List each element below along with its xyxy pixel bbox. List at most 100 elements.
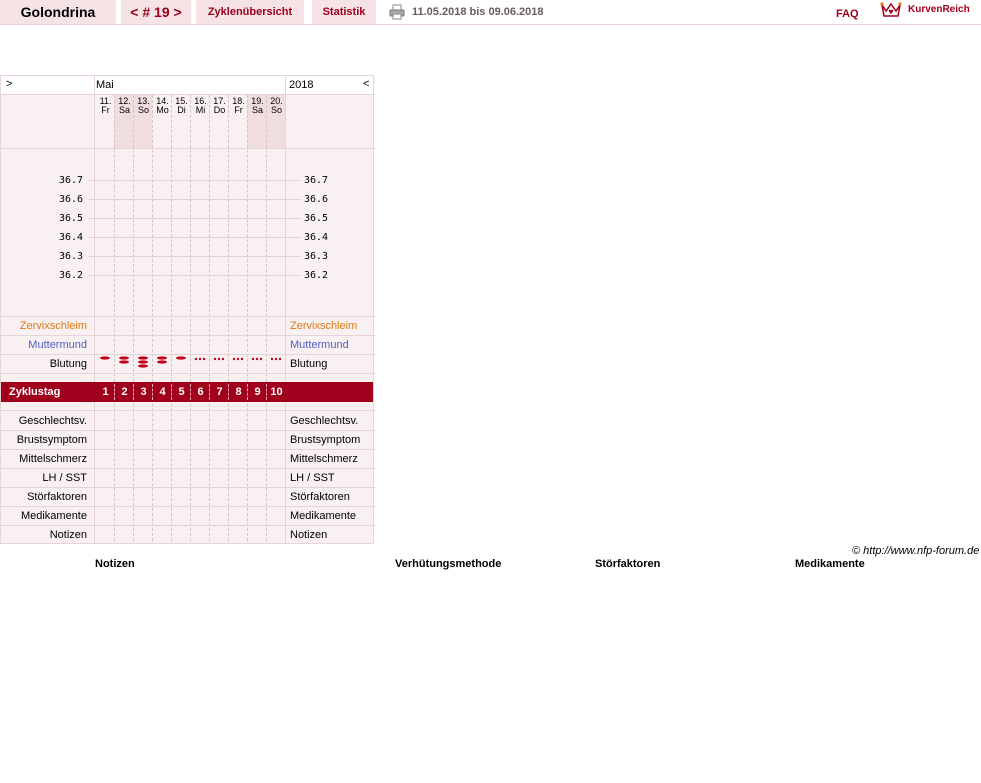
cycle-day-number[interactable]: 3 xyxy=(134,382,153,402)
day-column-line xyxy=(133,95,134,541)
printer-icon[interactable] xyxy=(389,4,405,20)
cycle-day-number[interactable]: 8 xyxy=(229,382,248,402)
row-label-midpain: Mittelschmerz xyxy=(19,453,87,465)
tab-statistics[interactable]: Statistik xyxy=(312,0,376,24)
notes-heading: Notizen xyxy=(95,558,135,570)
copyright[interactable]: © http://www.nfp-forum.de xyxy=(852,545,979,557)
cycle-navigation[interactable]: < # 19 > xyxy=(121,0,191,24)
row-label-lh: LH / SST xyxy=(42,472,87,484)
weekday: Fr xyxy=(101,105,110,115)
cycle-day-separator xyxy=(228,384,229,400)
bleeding-heavy[interactable] xyxy=(153,355,172,371)
row-label-cervix: Zervixschleim xyxy=(19,320,87,332)
divider xyxy=(1,373,375,374)
divider xyxy=(1,148,375,149)
weekday: Mi xyxy=(195,105,206,115)
bleeding-spotting[interactable] xyxy=(191,355,210,371)
cycle-day-separator xyxy=(152,384,153,400)
cycle-day-number[interactable]: 4 xyxy=(153,382,172,402)
cycle-day-separator xyxy=(171,384,172,400)
cycle-day-number[interactable]: 9 xyxy=(248,382,267,402)
tab-cycle-overview[interactable]: Zyklenübersicht xyxy=(196,0,304,24)
day-column-line xyxy=(152,95,153,541)
day-header: 20. So xyxy=(267,97,286,115)
cycle-day-number[interactable]: 5 xyxy=(172,382,191,402)
row-label-disturb-right: Störfaktoren xyxy=(290,491,350,503)
cycle-day-separator xyxy=(114,384,115,400)
cycle-day-separator xyxy=(190,384,191,400)
bleeding-medium[interactable] xyxy=(172,355,191,371)
cycle-day-separator xyxy=(133,384,134,400)
cycle-day-number[interactable]: 7 xyxy=(210,382,229,402)
column-line xyxy=(285,76,286,543)
bleeding-spotting[interactable] xyxy=(210,355,229,371)
cycle-day-number[interactable]: 2 xyxy=(115,382,134,402)
weekday: So xyxy=(270,105,282,115)
divider xyxy=(1,335,375,336)
cycle-day-separator xyxy=(247,384,248,400)
divider xyxy=(1,487,375,488)
next-cycle-button[interactable]: > xyxy=(6,78,12,90)
day-column-line xyxy=(247,95,248,541)
temperature-gridline xyxy=(89,275,301,276)
temperature-gridline xyxy=(89,199,301,200)
divider xyxy=(1,525,375,526)
day-header: 18. Fr xyxy=(229,97,248,115)
day-column-line xyxy=(114,95,115,541)
cycle-chart: > Mai 2018 < 11. Fr 12. Sa 13. So 14. Mo 15. Di 16… xyxy=(0,75,375,544)
row-label-breast: Brustsymptom xyxy=(16,434,87,446)
temperature-label: 36.2 xyxy=(59,270,84,281)
bleeding-very-heavy[interactable] xyxy=(134,355,153,371)
day-column-line xyxy=(266,95,267,541)
column-line xyxy=(94,76,95,543)
row-label-disturb: Störfaktoren xyxy=(27,491,87,503)
cycle-day-number[interactable]: 6 xyxy=(191,382,210,402)
row-label-sex-right: Geschlechtsv. xyxy=(290,415,359,427)
day-header: 16. Mi xyxy=(191,97,210,115)
day-header: 13. So xyxy=(134,97,153,115)
cycle-day-number[interactable]: 10 xyxy=(267,382,286,402)
bleeding-heavy[interactable] xyxy=(115,355,134,371)
temperature-label: 36.7 xyxy=(304,175,329,186)
day-header: 12. Sa xyxy=(115,97,134,115)
row-label-cycle-day: Zyklustag xyxy=(9,386,61,398)
bleeding-spotting[interactable] xyxy=(267,355,286,371)
divider xyxy=(1,94,375,95)
row-label-cervix-position: Muttermund xyxy=(28,339,87,351)
bleeding-spotting[interactable] xyxy=(229,355,248,371)
temperature-gridline xyxy=(89,256,301,257)
weekday: Do xyxy=(213,105,226,115)
temperature-label: 36.4 xyxy=(59,232,84,243)
cycle-day-row: Zyklustag 1 2 3 4 5 6 7 8 9 10 xyxy=(1,382,373,402)
faq-link[interactable]: FAQ xyxy=(836,8,859,20)
day-column-line xyxy=(171,95,172,541)
crown-heart-icon xyxy=(880,2,902,17)
cycle-day-number[interactable]: 1 xyxy=(96,382,115,402)
row-label-bleeding: Blutung xyxy=(49,358,87,370)
row-label-meds: Medikamente xyxy=(20,510,87,522)
day-column-line xyxy=(190,95,191,541)
temperature-label: 36.5 xyxy=(304,213,329,224)
logo-text[interactable]: KurvenReich xyxy=(908,4,970,15)
divider xyxy=(1,506,375,507)
bleeding-medium[interactable] xyxy=(96,355,115,371)
day-column-line xyxy=(228,95,229,541)
day-header: 14. Mo xyxy=(153,97,172,115)
row-label-cervix-right: Zervixschleim xyxy=(290,320,358,332)
chart-header xyxy=(1,76,373,94)
prev-cycle-button[interactable]: < xyxy=(363,78,369,90)
temperature-gridline xyxy=(89,180,301,181)
bleeding-spotting[interactable] xyxy=(248,355,267,371)
cycle-day-separator xyxy=(209,384,210,400)
row-label-bleeding-right: Blutung xyxy=(290,358,328,370)
temperature-label: 36.6 xyxy=(304,194,329,205)
temperature-gridline xyxy=(89,218,301,219)
temperature-label: 36.6 xyxy=(59,194,84,205)
weekday: So xyxy=(137,105,149,115)
day-header: 17. Do xyxy=(210,97,229,115)
day-header: 15. Di xyxy=(172,97,191,115)
disturbances-heading: Störfaktoren xyxy=(595,558,661,570)
temperature-label: 36.7 xyxy=(59,175,84,186)
month-label: Mai xyxy=(96,79,114,91)
weekday: Sa xyxy=(251,105,263,115)
